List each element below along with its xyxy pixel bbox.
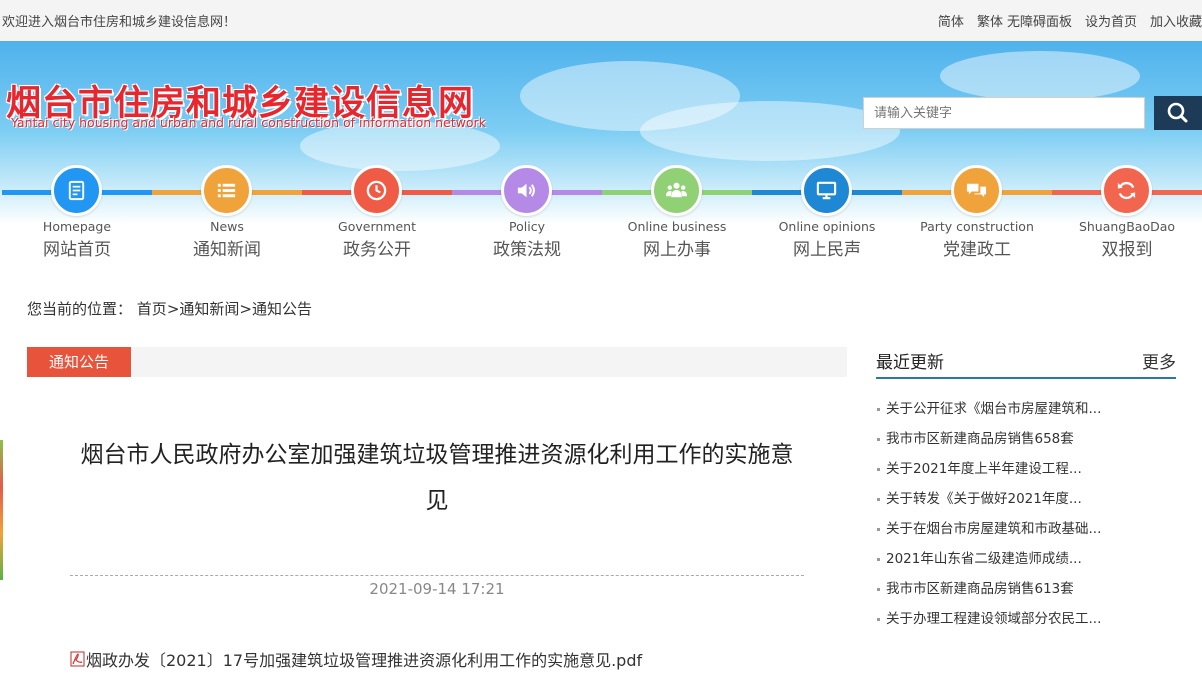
nav-label-zh: 通知新闻 bbox=[193, 240, 261, 260]
nav-label-en: Policy bbox=[509, 219, 545, 234]
breadcrumb-separator: > bbox=[239, 300, 252, 318]
attachment-filename[interactable]: 烟政办发〔2021〕17号加强建筑垃圾管理推进资源化利用工作的实施意见.pdf bbox=[86, 647, 642, 671]
top-links: 简体 繁体 无障碍面板 设为首页 加入收藏 bbox=[925, 11, 1202, 30]
nav-item-party-construction[interactable]: Party construction 党建政工 bbox=[902, 150, 1052, 260]
bullet bbox=[877, 408, 880, 411]
chat-icon bbox=[966, 183, 987, 198]
sidebar-header: 最近更新 更多 bbox=[876, 345, 1176, 379]
list-item-text[interactable]: 关于公开征求《烟台市房屋建筑和... bbox=[886, 401, 1101, 417]
nav-label-en: Homepage bbox=[42, 219, 112, 234]
nav-item-shuangbaodao[interactable]: ShuangBaoDao 双报到 bbox=[1052, 150, 1202, 260]
refresh-icon bbox=[1117, 181, 1136, 200]
nav-item-news[interactable]: News 通知新闻 bbox=[152, 150, 302, 260]
breadcrumb-news[interactable]: 通知新闻 bbox=[179, 300, 239, 318]
breadcrumb: 您当前的位置： 首页>通知新闻>通知公告 bbox=[27, 298, 312, 319]
top-bar: 欢迎进入烟台市住房和城乡建设信息网！ 简体 繁体 无障碍面板 设为首页 加入收藏 bbox=[0, 0, 1202, 41]
nav-label-zh: 党建政工 bbox=[943, 240, 1011, 260]
monitor-icon bbox=[816, 181, 837, 200]
nav-label-zh: 政务公开 bbox=[343, 240, 411, 260]
list-icon bbox=[217, 183, 236, 198]
traditional-chinese-link[interactable]: 繁体 bbox=[977, 11, 1003, 30]
nav-item-online-opinions[interactable]: Online opinions 网上民声 bbox=[752, 150, 902, 260]
nav-label-en: ShuangBaoDao bbox=[1078, 219, 1176, 234]
list-item[interactable]: 关于转发《关于做好2021年度... bbox=[876, 484, 1176, 514]
list-item[interactable]: 关于在烟台市房屋建筑和市政基础... bbox=[876, 514, 1176, 544]
decorative-strip bbox=[0, 440, 3, 580]
list-item-text[interactable]: 关于办理工程建设领域部分农民工... bbox=[886, 611, 1101, 627]
bullet bbox=[877, 588, 880, 591]
nav-item-policy[interactable]: Policy 政策法规 bbox=[452, 150, 602, 260]
section-tab-notices[interactable]: 通知公告 bbox=[27, 347, 131, 377]
list-item-text[interactable]: 关于转发《关于做好2021年度... bbox=[886, 491, 1082, 507]
search-button[interactable] bbox=[1154, 96, 1202, 130]
list-item-text[interactable]: 我市市区新建商品房销售613套 bbox=[886, 581, 1074, 597]
breadcrumb-prefix: 您当前的位置： bbox=[27, 300, 133, 318]
nav-item-homepage[interactable]: Homepage 网站首页 bbox=[2, 150, 152, 260]
nav-label-zh: 政策法规 bbox=[493, 240, 561, 260]
pdf-icon bbox=[70, 651, 85, 667]
add-favorite-link[interactable]: 加入收藏 bbox=[1150, 11, 1202, 30]
list-item-text[interactable]: 2021年山东省二级建造师成绩... bbox=[886, 551, 1082, 567]
nav-label-zh: 网上民声 bbox=[793, 240, 861, 260]
list-item[interactable]: 关于公开征求《烟台市房屋建筑和... bbox=[876, 394, 1176, 424]
people-icon bbox=[665, 182, 688, 198]
recent-updates-list: 关于公开征求《烟台市房屋建筑和... 我市市区新建商品房销售658套 关于202… bbox=[876, 394, 1176, 634]
list-item[interactable]: 2021年山东省二级建造师成绩... bbox=[876, 544, 1176, 574]
nav-item-government[interactable]: Government 政务公开 bbox=[302, 150, 452, 260]
attachment-link[interactable]: 烟政办发〔2021〕17号加强建筑垃圾管理推进资源化利用工作的实施意见.pdf bbox=[70, 647, 642, 671]
list-item-text[interactable]: 我市市区新建商品房销售658套 bbox=[886, 431, 1074, 447]
more-link[interactable]: 更多 bbox=[1142, 348, 1176, 373]
section-header: 通知公告 bbox=[27, 347, 847, 377]
nav-label-en: Online business bbox=[627, 219, 727, 234]
list-item-text[interactable]: 关于2021年度上半年建设工程... bbox=[886, 461, 1082, 477]
accessibility-panel-link[interactable]: 无障碍面板 bbox=[1007, 11, 1072, 30]
article-date: 2021-09-14 17:21 bbox=[369, 580, 505, 598]
simplified-chinese-link[interactable]: 简体 bbox=[938, 11, 964, 30]
welcome-text: 欢迎进入烟台市住房和城乡建设信息网！ bbox=[2, 15, 237, 30]
document-icon bbox=[68, 180, 85, 201]
divider bbox=[70, 575, 804, 576]
breadcrumb-notices[interactable]: 通知公告 bbox=[252, 300, 312, 318]
list-item[interactable]: 关于2021年度上半年建设工程... bbox=[876, 454, 1176, 484]
site-subtitle: Yantai city housing and urban and rural … bbox=[11, 115, 486, 130]
bullet bbox=[877, 468, 880, 471]
nav-label-zh: 网站首页 bbox=[43, 240, 111, 260]
search-input[interactable] bbox=[863, 97, 1145, 129]
nav-label-en: Government bbox=[338, 219, 416, 234]
nav-item-online-business[interactable]: Online business 网上办事 bbox=[602, 150, 752, 260]
nav-label-zh: 双报到 bbox=[1101, 240, 1153, 260]
nav-label-en: Online opinions bbox=[778, 219, 876, 234]
bullet bbox=[877, 618, 880, 621]
search-icon bbox=[1167, 102, 1188, 123]
bullet bbox=[877, 498, 880, 501]
bullet bbox=[877, 558, 880, 561]
breadcrumb-home[interactable]: 首页 bbox=[137, 300, 167, 318]
nav-label-en: Party construction bbox=[920, 219, 1034, 234]
set-homepage-link[interactable]: 设为首页 bbox=[1085, 11, 1137, 30]
list-item[interactable]: 我市市区新建商品房销售658套 bbox=[876, 424, 1176, 454]
nav-label-en: News bbox=[210, 219, 244, 234]
breadcrumb-separator: > bbox=[166, 300, 180, 318]
article-title: 烟台市人民政府办公室加强建筑垃圾管理推进资源化利用工作的实施意见 bbox=[80, 442, 794, 514]
list-item[interactable]: 我市市区新建商品房销售613套 bbox=[876, 574, 1176, 604]
clock-icon bbox=[366, 180, 387, 201]
main-nav: Homepage 网站首页 News 通知新闻 Government 政务公开 bbox=[2, 150, 1202, 260]
list-item-text[interactable]: 关于在烟台市房屋建筑和市政基础... bbox=[886, 521, 1101, 537]
bullet bbox=[877, 528, 880, 531]
nav-label-zh: 网上办事 bbox=[643, 240, 711, 260]
speaker-icon bbox=[517, 183, 535, 198]
sidebar-title: 最近更新 bbox=[876, 353, 944, 373]
list-item[interactable]: 关于办理工程建设领域部分农民工... bbox=[876, 604, 1176, 634]
bullet bbox=[877, 438, 880, 441]
